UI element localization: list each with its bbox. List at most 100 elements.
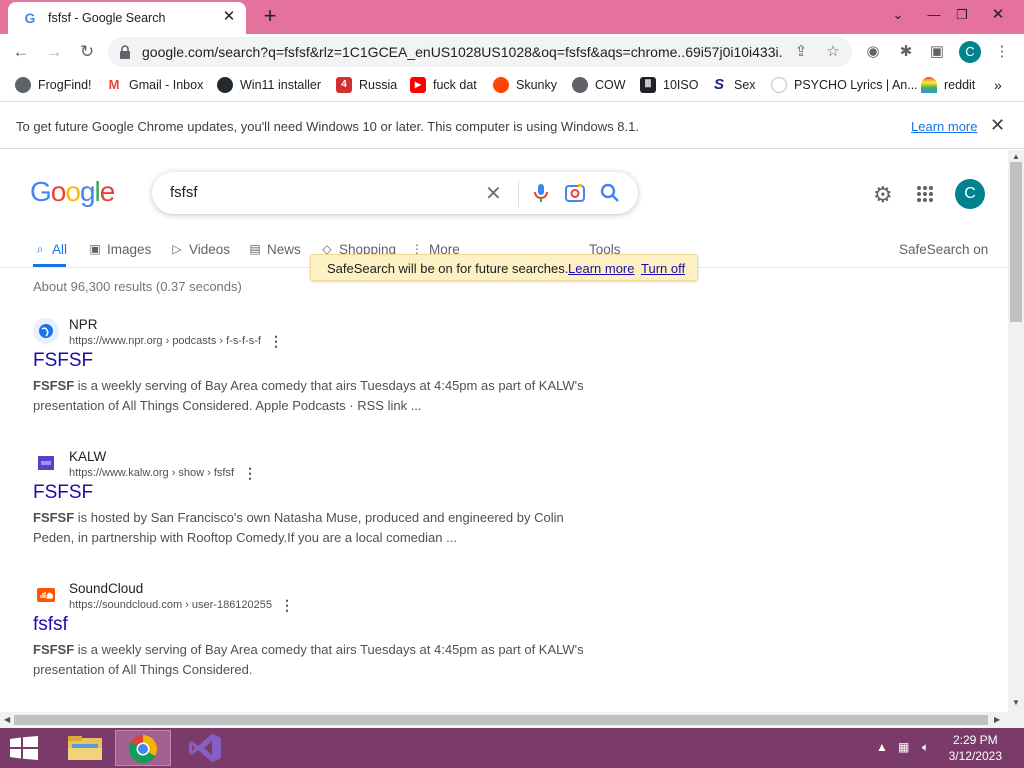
search-input[interactable]: fsfsf [170,184,198,201]
volume-icon[interactable]: 🔈︎ [922,740,929,755]
result-url[interactable]: https://www.npr.org › podcasts › f-s-f-s… [69,335,261,347]
result-menu-icon[interactable]: ⋮ [280,597,294,614]
reload-button[interactable]: ↻ [75,40,99,64]
result-url[interactable]: https://soundcloud.com › user-186120255 [69,599,272,611]
close-tab-icon[interactable]: ✕ [220,8,238,26]
file-explorer-taskbar-button[interactable] [58,730,114,766]
tab-images[interactable]: ▣ Images [88,239,151,259]
infobar-message: To get future Google Chrome updates, you… [16,119,639,134]
divider [518,181,519,207]
tray-overflow-icon[interactable]: ▲ [876,740,888,754]
bookmark-item[interactable]: Win11 installer [217,76,321,94]
bookmark-item[interactable]: S Sex [711,76,756,94]
tab-news[interactable]: ▤ News [248,239,300,259]
chrome-taskbar-button[interactable] [115,730,171,766]
google-favicon-icon: G [24,10,36,26]
browser-toolbar: ← → ↻ google.com/search?q=fsfsf&rlz=1C1G… [0,34,1024,70]
result-site-name: SoundCloud [69,581,144,596]
search-box[interactable]: fsfsf ✕ [152,172,638,214]
scroll-right-arrow-icon[interactable]: ▶ [994,715,1002,724]
puzzle-icon[interactable]: ✱ [896,42,916,62]
screen: G fsfsf - Google Search ✕ + ⌄ — ❐ ✕ ← → … [0,0,1024,768]
share-icon[interactable]: ⇪ [791,42,811,62]
bookmark-item[interactable]: PSYCHO Lyrics | An... [771,76,918,94]
result-title-link[interactable]: FSFSF [33,350,93,372]
camera-lens-icon[interactable] [563,181,587,205]
circle-icon [771,77,787,93]
lock-icon [120,45,130,59]
bookmark-item[interactable]: 4 Russia [336,76,397,94]
side-panel-icon[interactable]: ▣ [927,42,947,62]
result-snippet: FSFSF is a weekly serving of Bay Area co… [33,642,584,677]
network-icon[interactable]: ▦ [898,740,909,754]
bookmark-item[interactable]: Skunky [493,76,557,94]
tab-videos[interactable]: ▷ Videos [170,239,230,259]
title-bar: G fsfsf - Google Search ✕ + ⌄ — ❐ ✕ [0,0,1024,34]
tab-all[interactable]: ⌕ All [33,239,67,259]
vertical-scrollbar[interactable]: ▲ ▼ [1008,150,1024,712]
scroll-left-arrow-icon[interactable]: ◀ [4,715,12,724]
bookmarks-overflow-icon[interactable]: » [994,76,1002,94]
rainbow-icon [921,77,937,93]
clock-time: 2:29 PM [952,733,998,747]
account-avatar[interactable]: C [955,179,985,209]
safesearch-turn-off-link[interactable]: Turn off [641,261,685,276]
close-window-button[interactable]: ✕ [980,0,1016,30]
menu-icon[interactable]: ⋮ [992,42,1012,62]
bookmark-item[interactable]: reddit [921,76,975,94]
result-menu-icon[interactable]: ⋮ [243,465,257,482]
address-bar[interactable]: google.com/search?q=fsfsf&rlz=1C1GCEA_en… [108,37,852,67]
safesearch-toggle[interactable]: SafeSearch on [899,239,988,259]
horizontal-scroll-thumb[interactable] [14,715,988,725]
search-icon[interactable] [598,181,622,205]
tab-search-chevron-icon[interactable]: ⌄ [880,0,916,30]
scroll-up-arrow-icon[interactable]: ▲ [1012,152,1020,161]
browser-tab[interactable]: G fsfsf - Google Search ✕ [8,2,246,34]
microphone-icon[interactable] [529,181,553,205]
gmail-icon: M [106,77,122,93]
google-logo[interactable]: Google [30,176,115,208]
s-icon: S [711,77,727,93]
scroll-down-arrow-icon[interactable]: ▼ [1012,698,1020,707]
apps-grid-icon[interactable] [916,185,934,203]
globe-icon [15,77,31,93]
safesearch-notice: SafeSearch will be on for future searche… [310,254,698,281]
back-button[interactable]: ← [9,40,33,64]
result-title-link[interactable]: FSFSF [33,482,93,504]
restore-button[interactable]: ❐ [944,0,980,30]
safesearch-notice-text: SafeSearch will be on for future searche… [327,261,569,276]
result-menu-icon[interactable]: ⋮ [269,333,283,350]
forward-button[interactable]: → [42,40,66,64]
red-square-icon: 4 [336,77,352,93]
infobar-learn-more-link[interactable]: Learn more [911,119,977,134]
vertical-scroll-thumb[interactable] [1010,162,1022,322]
update-infobar: To get future Google Chrome updates, you… [0,101,1024,149]
horizontal-scrollbar[interactable]: ◀ ▶ [0,712,1024,728]
extension-icon[interactable]: ◉ [863,42,883,62]
system-clock[interactable]: 2:29 PM 3/12/2023 [949,732,1002,764]
result-site-name: KALW [69,449,107,464]
chrome-icon [129,735,157,763]
soundcloud-favicon-icon [33,582,59,608]
result-url[interactable]: https://www.kalw.org › show › fsfsf [69,467,234,479]
bookmark-item[interactable]: M Gmail - Inbox [106,76,203,94]
bookmark-item[interactable]: COW [572,76,626,94]
new-tab-button[interactable]: + [258,5,282,29]
bookmark-item[interactable]: ▶ fuck dat [410,76,477,94]
search-results-page: Google fsfsf ✕ ⚙ C ⌕ All ▣ Images ▷ Vide… [0,150,1008,712]
bookmarks-bar: FrogFind! M Gmail - Inbox Win11 installer… [0,70,1024,100]
bookmark-star-icon[interactable]: ☆ [823,42,843,62]
visual-studio-taskbar-button[interactable] [176,730,232,766]
clear-search-icon[interactable]: ✕ [485,181,502,206]
settings-gear-icon[interactable]: ⚙ [873,182,893,208]
bookmark-item[interactable]: Ⅲ 10ISO [640,76,698,94]
play-icon: ▷ [172,242,182,256]
profile-avatar[interactable]: C [959,41,981,63]
result-title-link[interactable]: fsfsf [33,614,68,636]
infobar-close-icon[interactable]: ✕ [990,115,1005,136]
bookmark-item[interactable]: FrogFind! [15,76,92,94]
url-text[interactable]: google.com/search?q=fsfsf&rlz=1C1GCEA_en… [142,44,782,60]
windows-start-icon[interactable] [10,736,38,760]
building-icon: Ⅲ [640,77,656,93]
safesearch-learn-more-link[interactable]: Learn more [568,261,634,276]
